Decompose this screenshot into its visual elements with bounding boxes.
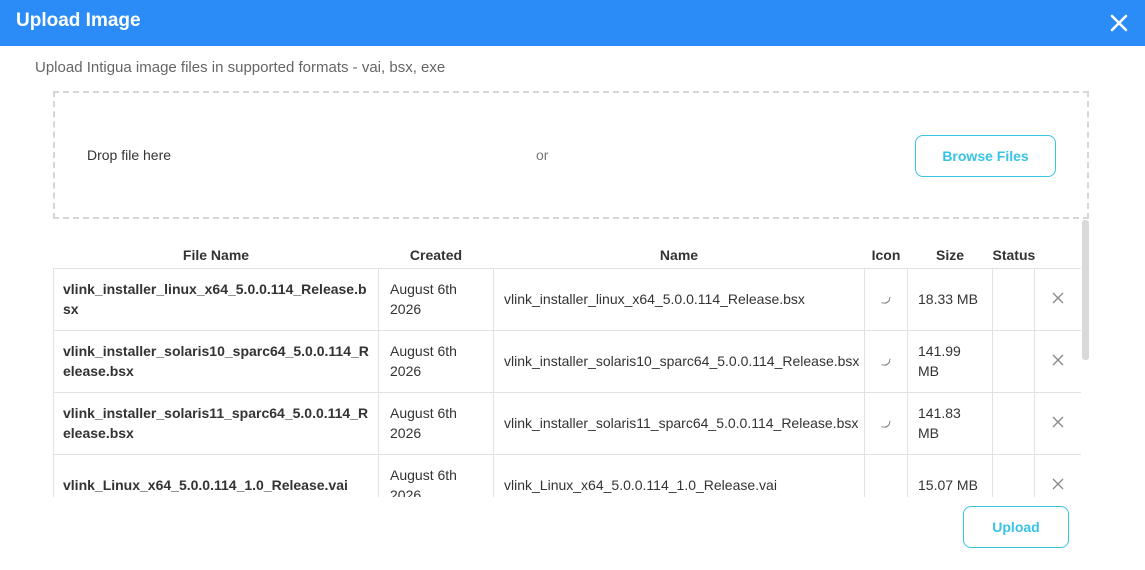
table-row: vlink_installer_solaris11_sparc64_5.0.0.… [53, 391, 1081, 455]
table-scrollbar[interactable] [1082, 220, 1089, 360]
remove-cell [1034, 391, 1081, 455]
remove-file-button[interactable] [1052, 416, 1064, 428]
close-icon [1052, 416, 1064, 428]
created-cell: August 6th 2026 [378, 329, 494, 393]
name-cell[interactable]: vlink_Linux_x64_5.0.0.114_1.0_Release.va… [493, 453, 865, 497]
size-cell: 15.07 MB [907, 453, 993, 497]
icon-cell [864, 329, 908, 393]
file-name-cell: vlink_Linux_x64_5.0.0.114_1.0_Release.va… [53, 453, 379, 497]
remove-file-button[interactable] [1052, 354, 1064, 366]
table-row: vlink_installer_linux_x64_5.0.0.114_Rele… [53, 267, 1081, 331]
created-cell: August 6th 2026 [378, 267, 494, 331]
status-cell [992, 329, 1035, 393]
file-name-cell: vlink_installer_solaris10_sparc64_5.0.0.… [53, 329, 379, 393]
dialog-subtitle: Upload Intigua image files in supported … [35, 59, 446, 76]
remove-file-button[interactable] [1052, 478, 1064, 490]
column-header-status: Status [992, 246, 1036, 263]
loading-spinner-icon [881, 295, 891, 305]
dialog-header: Upload Image [0, 0, 1145, 46]
status-cell [992, 453, 1035, 497]
files-table: File Name Created Name Icon Size Status … [53, 240, 1081, 497]
column-header-icon: Icon [871, 246, 901, 263]
column-header-size: Size [935, 246, 964, 263]
column-header-remove [1035, 240, 1082, 268]
or-label: or [536, 147, 549, 163]
loading-spinner-icon [881, 419, 891, 429]
close-icon [1052, 478, 1064, 490]
drop-label: Drop file here [87, 147, 172, 163]
remove-cell [1034, 453, 1081, 497]
status-cell [992, 391, 1035, 455]
remove-file-button[interactable] [1052, 292, 1064, 304]
column-header-created: Created [409, 246, 463, 263]
close-button[interactable] [1107, 11, 1131, 35]
remove-cell [1034, 267, 1081, 331]
file-name-cell: vlink_installer_solaris11_sparc64_5.0.0.… [53, 391, 379, 455]
size-cell: 141.99 MB [907, 329, 993, 393]
name-cell[interactable]: vlink_installer_solaris11_sparc64_5.0.0.… [493, 391, 865, 455]
browse-files-button[interactable]: Browse Files [915, 135, 1056, 177]
size-cell: 141.83 MB [907, 391, 993, 455]
table-header-row: File Name Created Name Icon Size Status [54, 240, 1082, 268]
file-dropzone[interactable]: Drop file here or Browse Files [53, 91, 1089, 219]
table-row: vlink_Linux_x64_5.0.0.114_1.0_Release.va… [53, 453, 1081, 497]
created-cell: August 6th 2026 [378, 391, 494, 455]
table-row: vlink_installer_solaris10_sparc64_5.0.0.… [53, 329, 1081, 393]
name-cell[interactable]: vlink_installer_linux_x64_5.0.0.114_Rele… [493, 267, 865, 331]
column-header-file-name: File Name [182, 246, 250, 263]
files-table-container[interactable]: File Name Created Name Icon Size Status … [53, 240, 1081, 497]
column-header-name: Name [659, 246, 699, 263]
status-cell [992, 267, 1035, 331]
created-cell: August 6th 2026 [378, 453, 494, 497]
icon-cell [864, 453, 908, 497]
dialog-title: Upload Image [16, 10, 141, 31]
close-icon [1052, 292, 1064, 304]
close-icon [1110, 14, 1128, 32]
name-cell[interactable]: vlink_installer_solaris10_sparc64_5.0.0.… [493, 329, 865, 393]
icon-cell [864, 391, 908, 455]
icon-cell [864, 267, 908, 331]
loading-spinner-icon [881, 357, 891, 367]
remove-cell [1034, 329, 1081, 393]
upload-button[interactable]: Upload [963, 506, 1069, 548]
file-name-cell: vlink_installer_linux_x64_5.0.0.114_Rele… [53, 267, 379, 331]
close-icon [1052, 354, 1064, 366]
size-cell: 18.33 MB [907, 267, 993, 331]
